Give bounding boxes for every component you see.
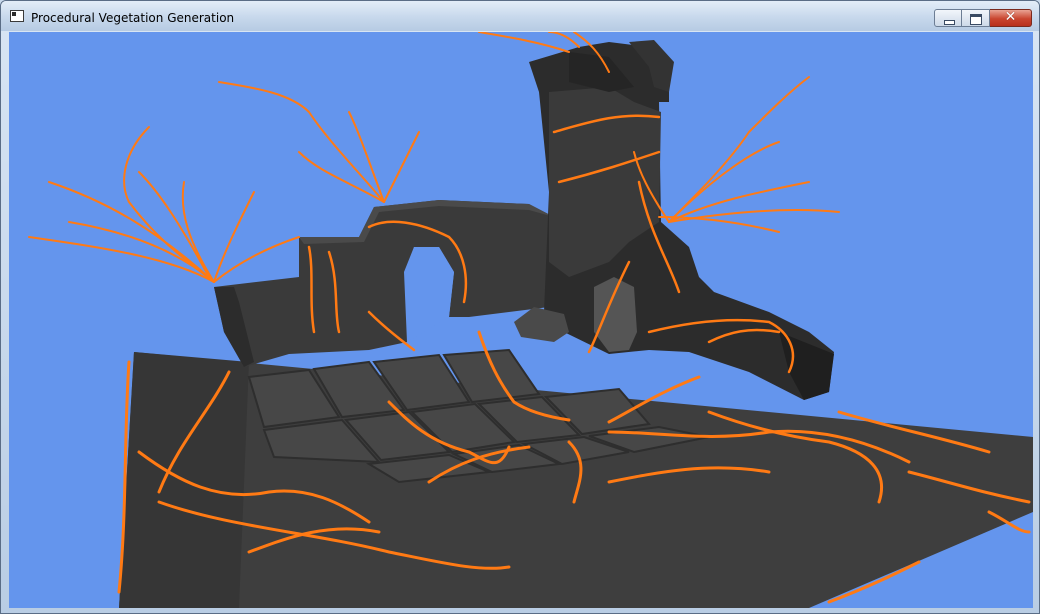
maximize-button[interactable] <box>962 9 990 27</box>
maximize-icon <box>970 14 982 25</box>
app-window: Procedural Vegetation Generation ✕ <box>0 0 1040 614</box>
minimize-button[interactable] <box>934 9 962 27</box>
window-title: Procedural Vegetation Generation <box>31 11 235 25</box>
3d-viewport[interactable] <box>9 32 1033 608</box>
caption-buttons: ✕ <box>934 9 1032 28</box>
close-icon: ✕ <box>1004 9 1017 25</box>
title-bar[interactable]: Procedural Vegetation Generation ✕ <box>1 1 1039 31</box>
app-icon[interactable] <box>10 10 24 22</box>
close-button[interactable]: ✕ <box>990 9 1032 27</box>
ruined-wall <box>214 200 559 367</box>
minimize-icon <box>944 20 955 25</box>
scene-render <box>28 32 1033 608</box>
